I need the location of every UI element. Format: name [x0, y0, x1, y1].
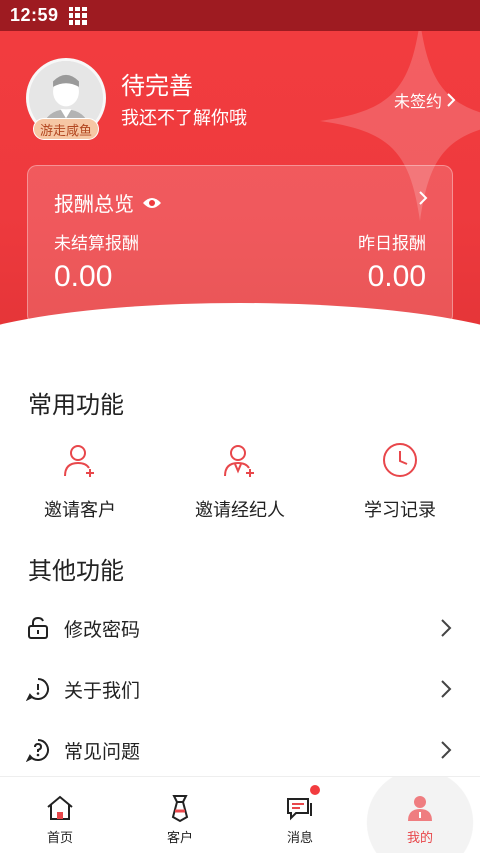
tab-mine[interactable]: 我的: [360, 777, 480, 853]
earnings-card[interactable]: 报酬总览 未结算报酬 昨日报酬 0.00 0.00: [27, 165, 453, 325]
status-bar: 12:59: [0, 0, 480, 31]
yesterday-value: 0.00: [367, 260, 426, 293]
invite-agent-button[interactable]: 邀请经纪人: [160, 440, 320, 530]
status-time: 12:59: [10, 5, 59, 25]
unsettled-value: 0.00: [54, 260, 113, 293]
common-functions-title: 常用功能: [28, 392, 124, 419]
bottom-tab-bar: 首页 客户 消息 我的: [0, 776, 480, 853]
level-badge: 游走咸鱼: [33, 118, 99, 140]
chevron-right-icon: [441, 741, 452, 759]
invite-customer-button[interactable]: 邀请客户: [0, 440, 160, 530]
tab-home-label: 首页: [46, 830, 73, 845]
earnings-title-text: 报酬总览: [54, 194, 134, 216]
question-icon: [26, 739, 49, 762]
tab-home[interactable]: 首页: [0, 777, 120, 853]
unlock-icon: [28, 616, 48, 639]
user-name: 待完善: [121, 73, 193, 100]
chevron-right-icon: [441, 619, 452, 637]
faq-item[interactable]: 常见问题: [0, 720, 480, 780]
earnings-title: 报酬总览: [54, 188, 162, 217]
invite-customer-label: 邀请客户: [44, 500, 116, 520]
tab-customer-label: 客户: [166, 830, 193, 845]
home-icon: [47, 795, 73, 820]
tab-message[interactable]: 消息: [240, 777, 360, 853]
learning-record-label: 学习记录: [364, 500, 436, 520]
common-functions-grid: 邀请客户 邀请经纪人 学习记录: [0, 440, 480, 530]
info-icon: [26, 678, 49, 701]
tab-mine-label: 我的: [406, 830, 433, 845]
unsettled-label: 未结算报酬: [54, 234, 139, 253]
chevron-right-icon: [441, 680, 452, 698]
unread-dot: [310, 785, 320, 795]
tab-customer[interactable]: 客户: [120, 777, 240, 853]
user-description: 我还不了解你哦: [121, 108, 247, 128]
yesterday-label: 昨日报酬: [358, 234, 426, 253]
eye-icon[interactable]: [142, 196, 162, 210]
sign-status-link[interactable]: 未签约: [394, 88, 456, 112]
invite-customer-icon: [64, 445, 94, 477]
about-us-item[interactable]: 关于我们: [0, 659, 480, 719]
chevron-right-icon: [419, 191, 428, 205]
person-icon: [408, 796, 432, 821]
message-icon: [287, 798, 312, 821]
change-password-label: 修改密码: [64, 619, 141, 641]
chevron-right-icon: [447, 93, 456, 107]
invite-agent-icon: [224, 445, 254, 477]
change-password-item[interactable]: 修改密码: [0, 598, 480, 658]
clock-icon: [383, 443, 417, 477]
tab-message-label: 消息: [286, 830, 313, 845]
tie-icon: [171, 795, 189, 823]
invite-agent-label: 邀请经纪人: [195, 500, 285, 520]
sign-status-label: 未签约: [393, 94, 442, 111]
learning-record-button[interactable]: 学习记录: [320, 440, 480, 530]
about-us-label: 关于我们: [64, 680, 141, 702]
app-grid-icon: [68, 6, 87, 25]
faq-label: 常见问题: [64, 741, 141, 763]
other-functions-title: 其他功能: [28, 558, 124, 585]
